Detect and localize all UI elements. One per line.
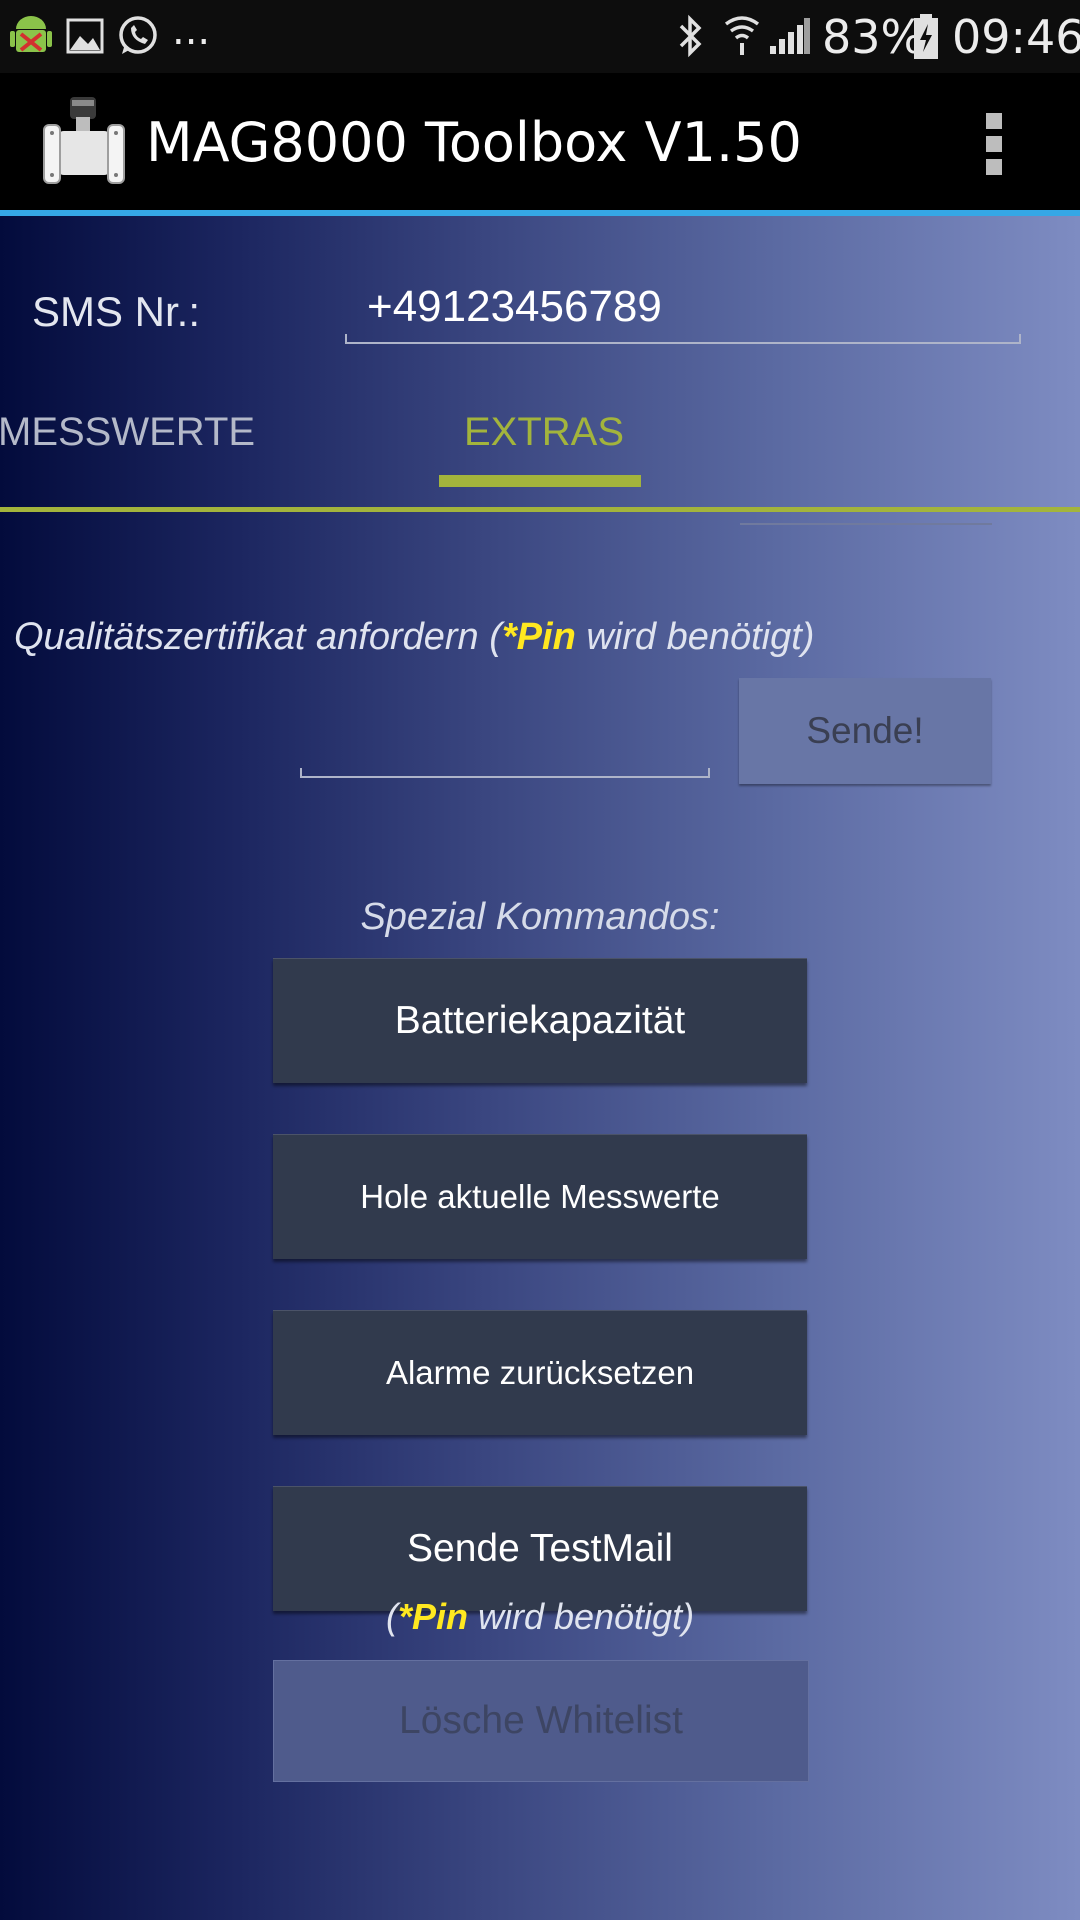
bluetooth-icon [679,14,702,58]
more-vert-icon[interactable] [986,113,1006,175]
send-certificate-button[interactable]: Sende! [739,678,991,784]
app-bar: MAG8000 Toolbox V1.50 [0,73,1080,216]
clock: 09:46 [952,10,1080,64]
flowmeter-logo-icon [43,97,125,184]
status-bar: ... 83% 09:46 [0,0,1080,73]
signal-icon [770,18,810,54]
extras-content: SMS Nr.: +49123456789 MESSWERTE EXTRAS Q… [0,216,1080,1920]
pin-input[interactable] [300,768,710,778]
battery-percent: 83% [822,10,925,64]
app-title: MAG8000 Toolbox V1.50 [146,111,802,174]
sms-number-value: +49123456789 [367,282,662,331]
pin-highlight: *Pin [501,616,576,658]
battery-capacity-button[interactable]: Batteriekapazität [273,958,807,1083]
delete-whitelist-button[interactable]: Lösche Whitelist [273,1660,809,1782]
tab-extras[interactable]: EXTRAS [464,410,624,455]
tab-bar-line [0,507,1080,512]
wifi-icon [724,16,760,55]
certificate-heading: Qualitätszertifikat anfordern (*Pin wird… [14,616,815,658]
send-testmail-button[interactable]: Sende TestMail [273,1486,807,1611]
android-debug-icon [10,16,52,52]
whatsapp-icon [119,16,157,54]
battery-charging-icon [914,14,938,59]
get-measurements-button[interactable]: Hole aktuelle Messwerte [273,1134,807,1259]
reset-alarms-button[interactable]: Alarme zurücksetzen [273,1310,807,1435]
pin-required-note: (*Pin wird benötigt) [385,1596,695,1637]
special-commands-label: Spezial Kommandos: [360,896,720,938]
scrolled-field-edge [740,523,992,525]
pin-note-highlight: *Pin [397,1596,468,1637]
sms-number-input[interactable]: +49123456789 [345,266,1021,344]
sms-label: SMS Nr.: [32,288,201,335]
gallery-icon [66,18,104,54]
status-overflow: ... [172,8,211,54]
tab-indicator [439,475,641,487]
tab-messwerte[interactable]: MESSWERTE [0,410,255,455]
